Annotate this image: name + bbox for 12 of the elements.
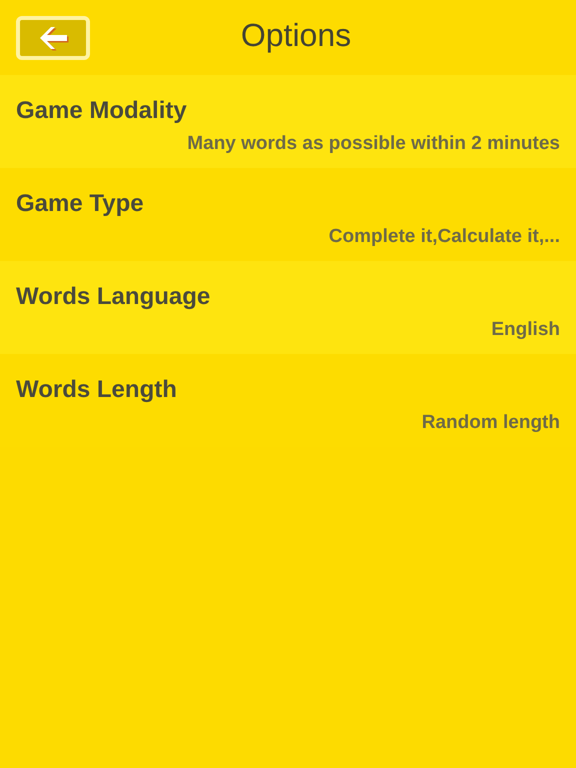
option-value: English xyxy=(491,319,560,341)
option-value: Many words as possible within 2 minutes xyxy=(187,133,560,155)
option-row[interactable]: Game Modality Many words as possible within 2 minutes xyxy=(0,75,576,168)
option-label: Game Type xyxy=(16,190,144,218)
option-row[interactable]: Words Language English xyxy=(0,261,576,354)
option-label: Game Modality xyxy=(16,97,187,125)
option-label: Words Language xyxy=(16,283,210,311)
page-title: Options xyxy=(240,17,352,55)
option-label: Words Length xyxy=(16,376,177,404)
back-button[interactable] xyxy=(16,16,90,60)
option-value: Complete it,Calculate it,... xyxy=(328,226,560,248)
option-value: Random length xyxy=(422,412,560,434)
